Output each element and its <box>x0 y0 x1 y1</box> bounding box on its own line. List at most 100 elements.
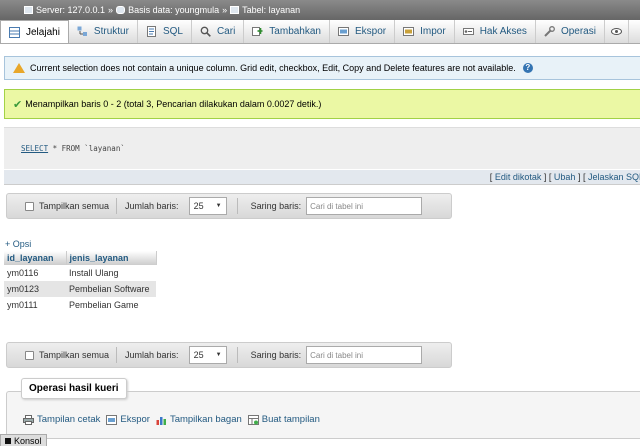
table-header-row: id_layanan jenis_layanan <box>4 251 157 265</box>
column-header[interactable]: jenis_layanan <box>66 251 157 265</box>
export-icon <box>106 414 118 425</box>
rows-value: 25 <box>193 201 204 211</box>
query-operations-links: Tampilan cetak Ekspor Tampilkan bagan Bu… <box>23 414 320 425</box>
edit-link[interactable]: Ubah <box>554 172 576 182</box>
tab-browse-label[interactable]: Jelajahi <box>26 27 60 38</box>
help-icon[interactable]: ? <box>522 63 533 73</box>
navigation-bar-top: Tampilkan semua Jumlah baris: 25 ▼ Saring… <box>6 193 452 219</box>
table-cell[interactable]: ym0123 <box>4 281 66 297</box>
show-all-checkbox[interactable] <box>25 350 34 360</box>
sql-links-separator: ] [ <box>543 172 552 182</box>
table-icon <box>230 6 240 14</box>
rows-select[interactable]: 25 ▼ <box>188 346 227 364</box>
tab-import-label[interactable]: Impor <box>420 26 446 37</box>
search-icon <box>200 26 211 37</box>
console-toggle[interactable]: Konsol <box>0 434 47 446</box>
export-label[interactable]: Ekspor <box>120 414 150 425</box>
sql-links-open: [ <box>489 172 493 182</box>
display-chart-link[interactable]: Tampilkan bagan <box>156 414 242 425</box>
print-view-label[interactable]: Tampilan cetak <box>37 414 100 425</box>
table-cell[interactable]: Install Ulang <box>66 265 156 281</box>
tab-sql[interactable]: SQL <box>138 20 192 43</box>
server-icon <box>24 6 33 14</box>
operations-icon <box>544 26 555 37</box>
view-icon <box>247 414 259 425</box>
tab-search[interactable]: Cari <box>192 20 245 43</box>
rows-value: 25 <box>193 350 204 360</box>
table-cell[interactable]: ym0111 <box>4 297 66 313</box>
tab-insert[interactable]: Tambahkan <box>244 20 330 43</box>
rows-select[interactable]: 25 ▼ <box>188 197 227 215</box>
create-view-link[interactable]: Buat tampilan <box>247 414 320 425</box>
divider <box>116 347 118 363</box>
tab-browse[interactable]: Jelajahi <box>0 20 69 43</box>
tab-import[interactable]: Impor <box>395 20 455 43</box>
divider <box>116 198 118 214</box>
filter-rows-input[interactable]: Cari di tabel ini <box>306 346 423 364</box>
tab-sql-label[interactable]: SQL <box>163 26 183 37</box>
show-all-label[interactable]: Tampilkan semua <box>39 201 109 211</box>
tab-operations[interactable]: Operasi <box>536 20 605 43</box>
sql-query-text: * FROM `layanan` <box>48 144 125 153</box>
tab-export[interactable]: Ekspor <box>330 20 396 43</box>
divider <box>236 347 238 363</box>
table-cell[interactable]: Pembelian Software <box>66 281 156 297</box>
eye-icon <box>610 28 622 35</box>
tab-insert-label[interactable]: Tambahkan <box>269 26 321 37</box>
notice-text: Current selection does not contain a uni… <box>30 63 516 73</box>
sql-keyword[interactable]: SELECT <box>21 144 48 153</box>
breadcrumb-table[interactable]: Tabel: layanan <box>230 5 300 15</box>
options-link[interactable]: + Opsi <box>5 239 31 249</box>
browse-icon <box>9 26 20 38</box>
breadcrumb-separator: » <box>222 5 228 15</box>
warning-icon <box>13 63 25 73</box>
breadcrumb-database[interactable]: Basis data: youngmula <box>116 5 219 15</box>
export-icon <box>338 27 349 36</box>
tab-privileges-label[interactable]: Hak Akses <box>480 26 527 37</box>
database-icon <box>116 6 126 14</box>
table-row: ym0111 Pembelian Game <box>4 297 156 313</box>
print-icon <box>23 414 34 425</box>
table-cell[interactable]: Pembelian Game <box>66 297 156 313</box>
tab-structure-label[interactable]: Struktur <box>94 26 129 37</box>
breadcrumb-server[interactable]: Server: 127.0.0.1 <box>24 5 105 15</box>
show-all-label[interactable]: Tampilkan semua <box>39 350 109 360</box>
rows-label: Jumlah baris: <box>125 350 179 360</box>
divider <box>236 198 238 214</box>
column-header[interactable]: id_layanan <box>4 251 67 265</box>
tab-export-label[interactable]: Ekspor <box>355 26 386 37</box>
console-icon <box>5 437 11 444</box>
navigation-bar-bottom: Tampilkan semua Jumlah baris: 25 ▼ Saring… <box>6 342 452 368</box>
export-link[interactable]: Ekspor <box>106 414 150 425</box>
tab-structure[interactable]: Struktur <box>69 20 138 43</box>
sql-links-separator: ] [ <box>577 172 586 182</box>
chart-icon <box>156 416 166 425</box>
breadcrumb-database-label[interactable]: Basis data: youngmula <box>128 5 219 15</box>
filter-rows-input[interactable]: Cari di tabel ini <box>306 197 423 215</box>
breadcrumb-server-label[interactable]: Server: 127.0.0.1 <box>36 5 105 15</box>
table-cell[interactable]: ym0116 <box>4 265 66 281</box>
filter-label: Saring baris: <box>250 201 302 211</box>
tab-privileges[interactable]: Hak Akses <box>455 20 536 43</box>
query-operations-legend: Operasi hasil kueri <box>21 378 127 399</box>
tab-operations-label[interactable]: Operasi <box>561 26 596 37</box>
privileges-icon <box>462 28 474 35</box>
table-row: ym0123 Pembelian Software <box>4 281 156 297</box>
console-label[interactable]: Konsol <box>14 436 42 446</box>
sql-icon <box>146 26 156 37</box>
sql-query-box: SELECT * FROM `layanan` <box>4 127 640 169</box>
create-view-label[interactable]: Buat tampilan <box>262 414 320 425</box>
import-icon <box>403 27 415 36</box>
success-text: Menampilkan baris 0 - 2 (total 3, Pencar… <box>25 99 322 109</box>
tab-search-label[interactable]: Cari <box>217 26 235 37</box>
display-chart-label[interactable]: Tampilkan bagan <box>170 414 242 425</box>
breadcrumb-table-label[interactable]: Tabel: layanan <box>242 5 300 15</box>
rows-label: Jumlah baris: <box>125 201 179 211</box>
sql-links: [ Edit dikotak ] [ Ubah ] [ Jelaskan SQL <box>4 170 640 185</box>
tab-more[interactable] <box>605 20 629 43</box>
explain-sql-link[interactable]: Jelaskan SQL <box>588 172 640 182</box>
edit-inline-link[interactable]: Edit dikotak <box>495 172 542 182</box>
show-all-checkbox[interactable] <box>25 201 34 211</box>
print-view-link[interactable]: Tampilan cetak <box>23 414 100 425</box>
tab-bar: Jelajahi Struktur SQL Cari Tambahkan Eks… <box>0 20 640 44</box>
